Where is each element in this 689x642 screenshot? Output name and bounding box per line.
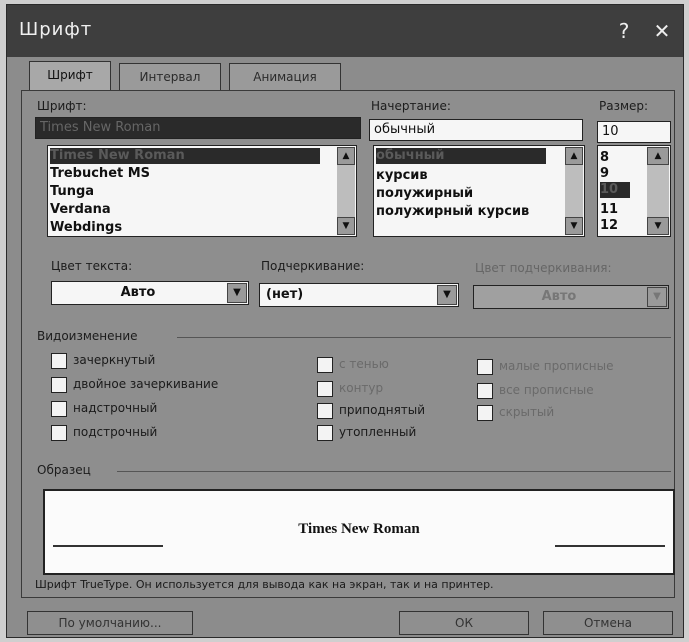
color-select[interactable]: Авто ▼: [51, 281, 249, 305]
small-caps-label: малые прописные: [499, 359, 614, 373]
style-list-item[interactable]: курсив: [376, 168, 428, 184]
size-label: Размер:: [599, 99, 649, 113]
scroll-up-icon[interactable]: ▲: [565, 147, 583, 165]
subscript-checkbox[interactable]: [51, 425, 67, 441]
emboss-label: приподнятый: [339, 403, 426, 417]
size-list-scrollbar[interactable]: ▲ ▼: [647, 147, 669, 235]
outline-checkbox[interactable]: [317, 381, 333, 397]
style-list-item[interactable]: полужирный курсив: [376, 204, 529, 220]
scroll-down-icon[interactable]: ▼: [647, 217, 669, 235]
tab-spacing[interactable]: Интервал: [119, 63, 221, 90]
size-list-item[interactable]: 11: [600, 202, 618, 218]
strikethrough-checkbox[interactable]: [51, 353, 67, 369]
underline-color-value: Авто: [541, 289, 577, 304]
window-title: Шрифт: [19, 19, 93, 40]
font-list-item[interactable]: Verdana: [50, 202, 111, 218]
double-strikethrough-checkbox[interactable]: [51, 377, 67, 393]
size-input[interactable]: 10: [597, 121, 671, 143]
emboss-checkbox[interactable]: [317, 403, 333, 419]
hidden-checkbox[interactable]: [477, 405, 493, 421]
color-value: Авто: [120, 285, 156, 300]
preview-divider: [117, 471, 671, 472]
shadow-checkbox[interactable]: [317, 357, 333, 373]
font-label: Шрифт:: [37, 99, 87, 113]
size-list-item[interactable]: 12: [600, 218, 618, 234]
size-list[interactable]: 8 9 10 11 12 ▲ ▼: [597, 145, 671, 237]
preview-box: Times New Roman: [43, 489, 675, 575]
superscript-checkbox[interactable]: [51, 401, 67, 417]
dropdown-arrow-icon[interactable]: ▼: [437, 285, 457, 305]
preview-baseline-left: [53, 545, 163, 547]
font-dialog: Шрифт ? ✕ Шрифт Интервал Анимация Шрифт:…: [6, 4, 684, 638]
close-button[interactable]: ✕: [649, 19, 675, 43]
style-list[interactable]: обычный курсив полужирный полужирный кур…: [373, 145, 585, 237]
effects-label: Видоизменение: [37, 329, 138, 343]
underline-color-select[interactable]: Авто ▼: [473, 285, 669, 309]
shadow-label: с тенью: [339, 357, 389, 371]
style-list-item[interactable]: полужирный: [376, 186, 473, 202]
font-list-item[interactable]: Tunga: [50, 184, 94, 200]
font-list-item[interactable]: Trebuchet MS: [50, 166, 150, 182]
outline-label: контур: [339, 381, 384, 395]
effects-divider: [177, 337, 671, 338]
style-input[interactable]: обычный: [369, 119, 583, 141]
preview-text: Times New Roman: [298, 521, 420, 537]
scroll-down-icon[interactable]: ▼: [565, 217, 583, 235]
font-list[interactable]: Times New Roman Trebuchet MS Tunga Verda…: [47, 145, 357, 237]
dropdown-arrow-icon[interactable]: ▼: [227, 283, 247, 303]
superscript-label: надстрочный: [73, 401, 158, 415]
default-button[interactable]: По умолчанию...: [27, 611, 193, 635]
engrave-checkbox[interactable]: [317, 425, 333, 441]
strikethrough-label: зачеркнутый: [73, 353, 156, 367]
font-list-scrollbar[interactable]: ▲ ▼: [337, 147, 355, 235]
scroll-up-icon[interactable]: ▲: [647, 147, 669, 165]
engrave-label: утопленный: [339, 425, 417, 439]
size-list-item[interactable]: 10: [600, 182, 630, 198]
style-list-scrollbar[interactable]: ▲ ▼: [565, 147, 583, 235]
style-list-item[interactable]: обычный: [376, 148, 546, 164]
underline-color-label: Цвет подчеркивания:: [475, 261, 612, 275]
preview-label: Образец: [37, 463, 91, 477]
style-label: Начертание:: [371, 99, 451, 113]
title-bar: Шрифт ? ✕: [7, 5, 683, 57]
ok-button[interactable]: ОК: [399, 611, 529, 635]
font-list-item[interactable]: Webdings: [50, 220, 122, 236]
all-caps-checkbox[interactable]: [477, 383, 493, 399]
underline-value: (нет): [266, 287, 304, 302]
scroll-down-icon[interactable]: ▼: [337, 217, 355, 235]
scroll-up-icon[interactable]: ▲: [337, 147, 355, 165]
help-button[interactable]: ?: [611, 19, 637, 43]
cancel-button[interactable]: Отмена: [543, 611, 673, 635]
all-caps-label: все прописные: [499, 383, 594, 397]
hidden-label: скрытый: [499, 405, 555, 419]
tab-font[interactable]: Шрифт: [29, 61, 111, 90]
preview-baseline-right: [555, 545, 665, 547]
size-list-item[interactable]: 8: [600, 150, 609, 166]
subscript-label: подстрочный: [73, 425, 158, 439]
font-type-note: Шрифт TrueType. Он используется для выво…: [35, 578, 494, 591]
underline-label: Подчеркивание:: [261, 259, 365, 273]
font-list-item[interactable]: Times New Roman: [50, 148, 320, 164]
size-list-item[interactable]: 9: [600, 166, 609, 182]
underline-select[interactable]: (нет) ▼: [259, 283, 459, 307]
double-strikethrough-label: двойное зачеркивание: [73, 377, 219, 391]
small-caps-checkbox[interactable]: [477, 359, 493, 375]
tab-animation[interactable]: Анимация: [229, 63, 341, 90]
color-label: Цвет текста:: [51, 259, 133, 273]
dropdown-arrow-icon[interactable]: ▼: [647, 287, 667, 307]
font-input[interactable]: Times New Roman: [35, 117, 361, 139]
